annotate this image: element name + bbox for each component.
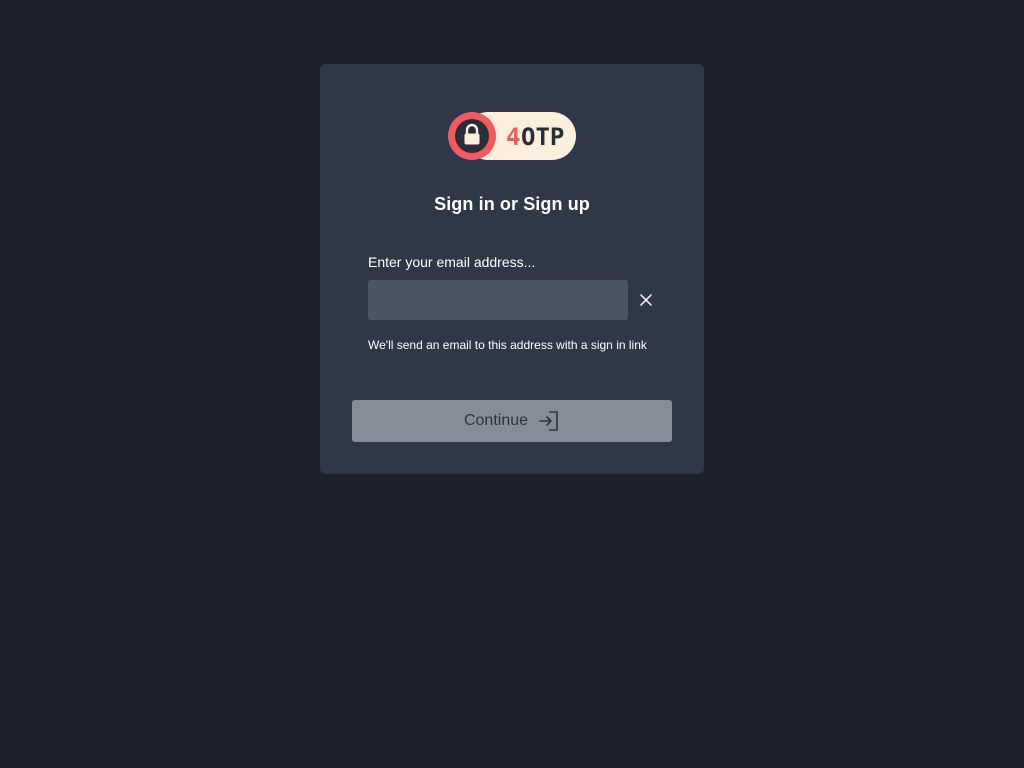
logo-accent-text: 4 — [506, 123, 520, 151]
email-hint: We'll send an email to this address with… — [368, 338, 647, 352]
clear-email-button[interactable] — [634, 288, 658, 312]
app-logo: 4 OTP — [448, 112, 576, 160]
logo-main-text: OTP — [521, 123, 564, 151]
sign-in-icon — [538, 410, 560, 432]
sign-in-card: 4 OTP Sign in or Sign up Enter your emai… — [320, 64, 704, 474]
email-field[interactable] — [368, 280, 628, 320]
email-label: Enter your email address... — [368, 254, 536, 270]
page-title: Sign in or Sign up — [434, 194, 590, 214]
continue-button[interactable]: Continue — [352, 400, 672, 442]
close-icon — [640, 294, 652, 306]
continue-label: Continue — [463, 412, 529, 429]
